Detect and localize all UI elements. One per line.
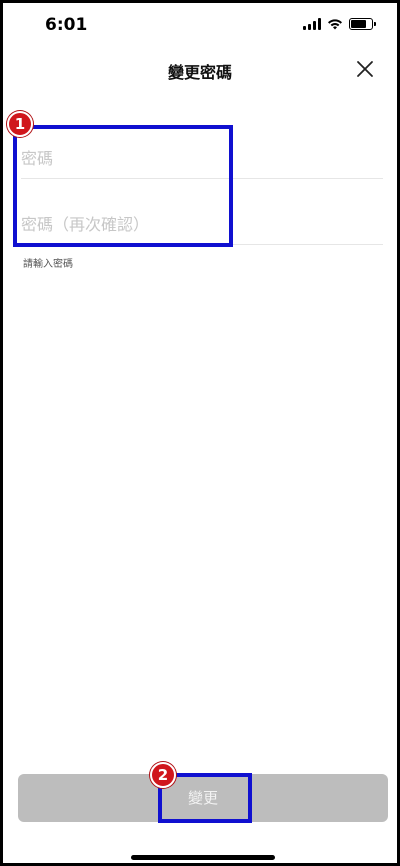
status-icons bbox=[303, 18, 376, 30]
cellular-signal-icon bbox=[303, 18, 321, 30]
phone-screen: 6:01 變更密碼 請輸入密碼 變更 1 2 bbox=[0, 0, 400, 866]
status-time: 6:01 bbox=[45, 15, 88, 35]
annotation-badge-2: 2 bbox=[150, 762, 176, 788]
close-icon[interactable] bbox=[353, 57, 377, 81]
wifi-icon bbox=[328, 19, 342, 30]
annotation-badge-1: 1 bbox=[7, 111, 33, 137]
annotation-box-1 bbox=[13, 125, 233, 247]
status-bar: 6:01 bbox=[3, 3, 397, 47]
page-title: 變更密碼 bbox=[167, 63, 232, 82]
nav-header: 變更密碼 bbox=[3, 47, 397, 91]
battery-icon bbox=[349, 18, 376, 30]
password-hint: 請輸入密碼 bbox=[23, 259, 73, 270]
home-indicator[interactable] bbox=[131, 855, 275, 860]
